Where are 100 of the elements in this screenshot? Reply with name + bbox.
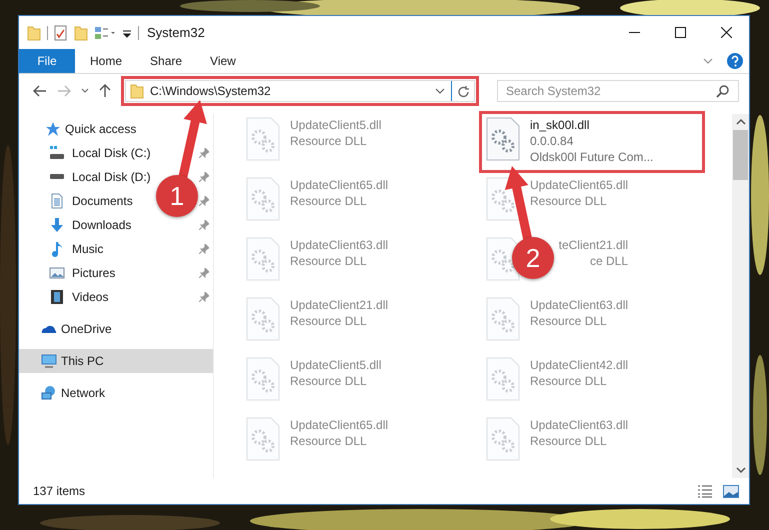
gear-file-icon [486, 117, 520, 161]
drive-icon [49, 174, 65, 180]
ribbon-tab[interactable]: View [197, 49, 249, 73]
sidebar-label: Network [61, 386, 106, 400]
pin-icon[interactable] [199, 244, 209, 254]
details-view-icon[interactable] [697, 484, 713, 498]
highlighted-file-item[interactable]: in_sk00l.dll 0.0.0.84 Oldsk00l Future Com... [482, 114, 702, 170]
window-title: System32 [147, 25, 205, 40]
file-name: UpdateClient42.dll [530, 358, 628, 372]
file-name: UpdateClient63.dll [530, 418, 628, 432]
chevron-icon[interactable] [703, 57, 713, 65]
file-detail: Resource DLL [530, 314, 608, 328]
sidebar-item[interactable]: Local Disk (D:) [49, 169, 151, 185]
file-name: UpdateClient65.dll [530, 178, 628, 192]
address-path: C:\Windows\System32 [150, 84, 272, 98]
file-name: UpdateClient63.dll [290, 238, 388, 252]
pin-icon[interactable] [199, 220, 209, 230]
file-name: UpdateClient5.dll [290, 358, 382, 372]
picture-icon [49, 265, 65, 281]
sidebar-label: Music [72, 242, 104, 256]
scroll-thumb[interactable] [733, 130, 748, 180]
gear-file-icon [486, 417, 520, 461]
file-detail: Resource DLL [290, 434, 368, 448]
search-field[interactable]: Search System32 [497, 80, 739, 102]
file-name: teClient21.dll [558, 238, 628, 252]
ribbon-tab[interactable]: File [19, 49, 75, 73]
file-detail: Resource DLL [530, 434, 608, 448]
file-detail: Oldsk00l Future Com... [530, 150, 654, 164]
gear-file-icon [486, 357, 520, 401]
maximize-icon [674, 27, 686, 38]
pin-icon[interactable] [199, 196, 209, 206]
file-name: UpdateClient65.dll [290, 178, 388, 192]
item-count: 137 items [33, 484, 86, 498]
refresh-icon[interactable] [458, 84, 470, 98]
ribbon-tab[interactable]: Share [137, 49, 196, 73]
gear-file-icon [246, 237, 280, 281]
file-detail: Resource DLL [290, 134, 368, 148]
sidebar-item[interactable]: Downloads [49, 217, 132, 233]
pin-icon[interactable] [199, 268, 209, 278]
sidebar-label: Quick access [65, 122, 136, 136]
gear-file-icon [246, 297, 280, 341]
sidebar-label: OneDrive [61, 322, 112, 336]
star-icon [45, 121, 61, 137]
file-detail: Resource DLL [530, 194, 608, 208]
sidebar-label: Videos [72, 290, 108, 304]
file-detail: Resource DLL [290, 314, 368, 328]
sidebar-item[interactable]: Music [49, 241, 104, 257]
file-detail: Resource DLL [290, 374, 368, 388]
dropdown-icon[interactable] [435, 87, 445, 95]
file-name: UpdateClient65.dll [290, 418, 388, 432]
sidebar-label: Local Disk (C:) [72, 146, 151, 160]
scrollbar[interactable] [732, 114, 749, 478]
scroll-down-icon[interactable] [736, 466, 746, 474]
large-icons-view-icon[interactable] [723, 484, 739, 498]
gear-file-icon [486, 297, 520, 341]
file-name: UpdateClient63.dll [530, 298, 628, 312]
file-detail: ce DLL [588, 254, 628, 268]
file-name: UpdateClient5.dll [290, 118, 382, 132]
sidebar-label: Local Disk (D:) [72, 170, 151, 184]
pin-icon[interactable] [199, 148, 209, 158]
sidebar-label: This PC [61, 354, 104, 368]
file-detail: Resource DLL [530, 374, 608, 388]
document-icon [49, 193, 65, 209]
sidebar-item[interactable]: This PC [19, 349, 213, 373]
file-detail: 0.0.0.84 [530, 134, 574, 148]
sidebar-item[interactable]: Quick access [19, 117, 213, 141]
search-icon[interactable] [716, 85, 729, 98]
sidebar-label: Documents [72, 194, 133, 208]
network-icon [41, 385, 57, 401]
scroll-up-icon[interactable] [736, 118, 746, 126]
up-icon[interactable] [99, 84, 111, 98]
sidebar-item[interactable]: Videos [49, 289, 108, 305]
sidebar-item[interactable]: Documents [49, 193, 133, 209]
pin-icon[interactable] [199, 172, 209, 182]
pin-icon[interactable] [199, 292, 209, 302]
gear-file-icon [246, 117, 280, 161]
file-name: in_sk00l.dll [530, 118, 590, 132]
gear-file-icon [246, 417, 280, 461]
sidebar-label: Pictures [72, 266, 116, 280]
file-detail: Resource DLL [290, 194, 368, 208]
ribbon-tab[interactable]: Home [77, 49, 136, 73]
sidebar-item[interactable]: Local Disk (C:) [49, 145, 151, 161]
sidebar-label: Downloads [72, 218, 132, 232]
sidebar-item[interactable]: OneDrive [19, 317, 213, 341]
film-icon [49, 289, 65, 305]
gear-file-icon [246, 357, 280, 401]
download-icon [49, 217, 65, 233]
folder-icon [130, 83, 144, 99]
computer-icon [41, 353, 57, 369]
recent-dropdown-icon[interactable] [81, 88, 89, 94]
gear-file-icon [246, 177, 280, 221]
close-icon [720, 27, 732, 38]
back-icon[interactable] [33, 85, 47, 97]
properties-icon[interactable] [54, 24, 68, 40]
sidebar-item[interactable]: Network [19, 381, 213, 405]
help-icon[interactable] [727, 53, 743, 69]
view-icon[interactable] [94, 24, 116, 40]
minimize-icon [628, 32, 640, 33]
file-name: UpdateClient21.dll [290, 298, 388, 312]
sidebar-item[interactable]: Pictures [49, 265, 116, 281]
